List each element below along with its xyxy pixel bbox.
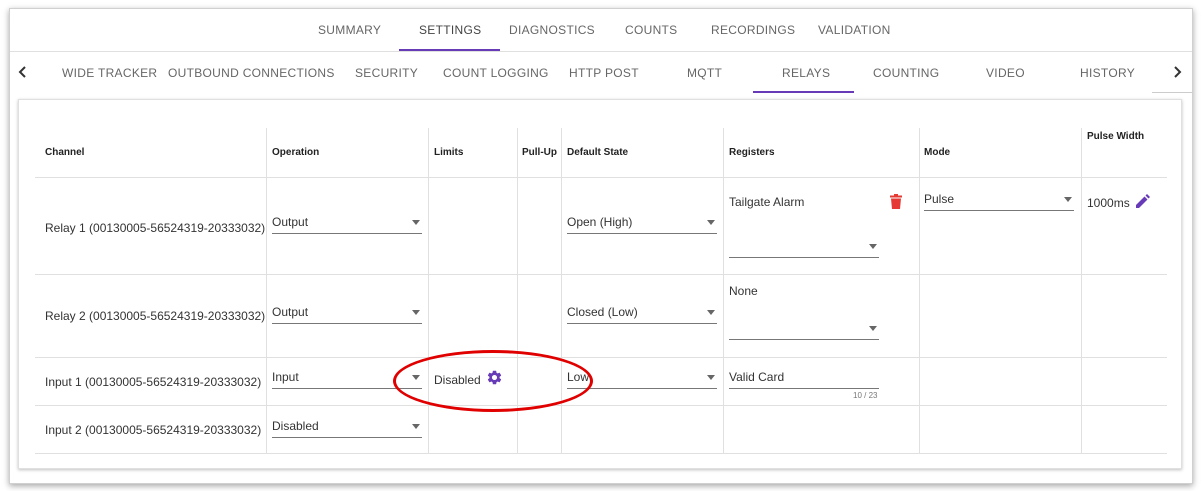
tab-recordings[interactable]: RECORDINGS [711, 23, 795, 37]
top-tab-bar: SUMMARY SETTINGS DIAGNOSTICS COUNTS RECO… [10, 9, 1192, 52]
column-header-channel: Channel [45, 147, 85, 158]
register-name: Tailgate Alarm [729, 195, 805, 209]
divider [919, 128, 920, 453]
register-select[interactable] [729, 236, 879, 258]
dropdown-arrow-icon [707, 310, 715, 315]
sub-tab-bar: WIDE TRACKER OUTBOUND CONNECTIONS SECURI… [10, 52, 1192, 94]
operation-select[interactable]: Disabled [272, 416, 422, 438]
mode-select[interactable]: Pulse [924, 189, 1074, 211]
tab-counting[interactable]: COUNTING [873, 66, 939, 80]
column-header-limits: Limits [434, 147, 464, 158]
dropdown-arrow-icon [412, 310, 420, 315]
chevron-left-icon[interactable] [18, 66, 28, 78]
column-header-registers: Registers [729, 147, 775, 158]
chevron-right-icon[interactable] [1172, 66, 1182, 78]
divider [35, 177, 1167, 178]
pencil-icon[interactable] [1136, 194, 1150, 208]
tab-wide-tracker[interactable]: WIDE TRACKER [62, 66, 157, 80]
tab-outbound-connections[interactable]: OUTBOUND CONNECTIONS [168, 66, 335, 80]
tab-summary[interactable]: SUMMARY [318, 23, 381, 37]
dropdown-arrow-icon [707, 375, 715, 380]
register-select[interactable] [729, 318, 879, 340]
divider [35, 453, 1167, 454]
tab-validation[interactable]: VALIDATION [818, 23, 891, 37]
tab-http-post[interactable]: HTTP POST [569, 66, 639, 80]
operation-select[interactable]: Input [272, 367, 422, 389]
tab-video[interactable]: VIDEO [986, 66, 1025, 80]
tab-history[interactable]: HISTORY [1080, 66, 1135, 80]
divider [517, 128, 518, 453]
tab-security[interactable]: SECURITY [355, 66, 418, 80]
tab-relays[interactable]: RELAYS [782, 66, 830, 80]
relays-card: Channel Operation Limits Pull-Up Default… [18, 99, 1182, 469]
active-subtab-indicator [753, 91, 854, 93]
dropdown-arrow-icon [1064, 197, 1072, 202]
dropdown-arrow-icon [412, 424, 420, 429]
channel-name: Input 2 (00130005-56524319-20333032) [45, 423, 262, 437]
default-state-select[interactable]: Low [567, 367, 717, 389]
tab-diagnostics[interactable]: DIAGNOSTICS [509, 23, 595, 37]
gear-icon[interactable] [486, 369, 503, 386]
divider [561, 128, 562, 453]
dropdown-arrow-icon [707, 220, 715, 225]
divider [1152, 92, 1192, 93]
column-header-default-state: Default State [567, 147, 629, 158]
default-state-select[interactable]: Closed (Low) [567, 302, 717, 324]
column-header-operation: Operation [272, 147, 320, 158]
default-state-select[interactable]: Open (High) [567, 212, 717, 234]
column-header-pulse-width: Pulse Width [1087, 131, 1145, 142]
operation-select[interactable]: Output [272, 212, 422, 234]
app-frame: SUMMARY SETTINGS DIAGNOSTICS COUNTS RECO… [9, 8, 1193, 484]
divider [1081, 128, 1082, 453]
operation-select[interactable]: Output [272, 302, 422, 324]
tab-mqtt[interactable]: MQTT [687, 66, 722, 80]
dropdown-arrow-icon [412, 220, 420, 225]
channel-name: Relay 1 (00130005-56524319-20333032) [45, 221, 266, 235]
register-name: None [729, 284, 758, 298]
channel-name: Input 1 (00130005-56524319-20333032) [45, 375, 262, 389]
tab-counts[interactable]: COUNTS [625, 23, 677, 37]
limits-status: Disabled [434, 373, 481, 387]
divider [35, 357, 1167, 358]
dropdown-arrow-icon [869, 326, 877, 331]
tab-settings[interactable]: SETTINGS [419, 23, 481, 37]
divider [723, 128, 724, 453]
column-header-pullup: Pull-Up [522, 147, 557, 158]
pulse-width-value: 1000ms [1087, 196, 1130, 210]
dropdown-arrow-icon [412, 375, 420, 380]
channel-name: Relay 2 (00130005-56524319-20333032) [45, 309, 266, 323]
divider [35, 274, 1167, 275]
divider [428, 128, 429, 453]
register-input[interactable]: Valid Card [729, 367, 879, 389]
divider [35, 405, 1167, 406]
dropdown-arrow-icon [869, 244, 877, 249]
tab-count-logging[interactable]: COUNT LOGGING [443, 66, 549, 80]
character-counter: 10 / 23 [853, 391, 878, 400]
column-header-mode: Mode [924, 147, 951, 158]
trash-icon[interactable] [890, 194, 902, 209]
divider [266, 128, 267, 453]
